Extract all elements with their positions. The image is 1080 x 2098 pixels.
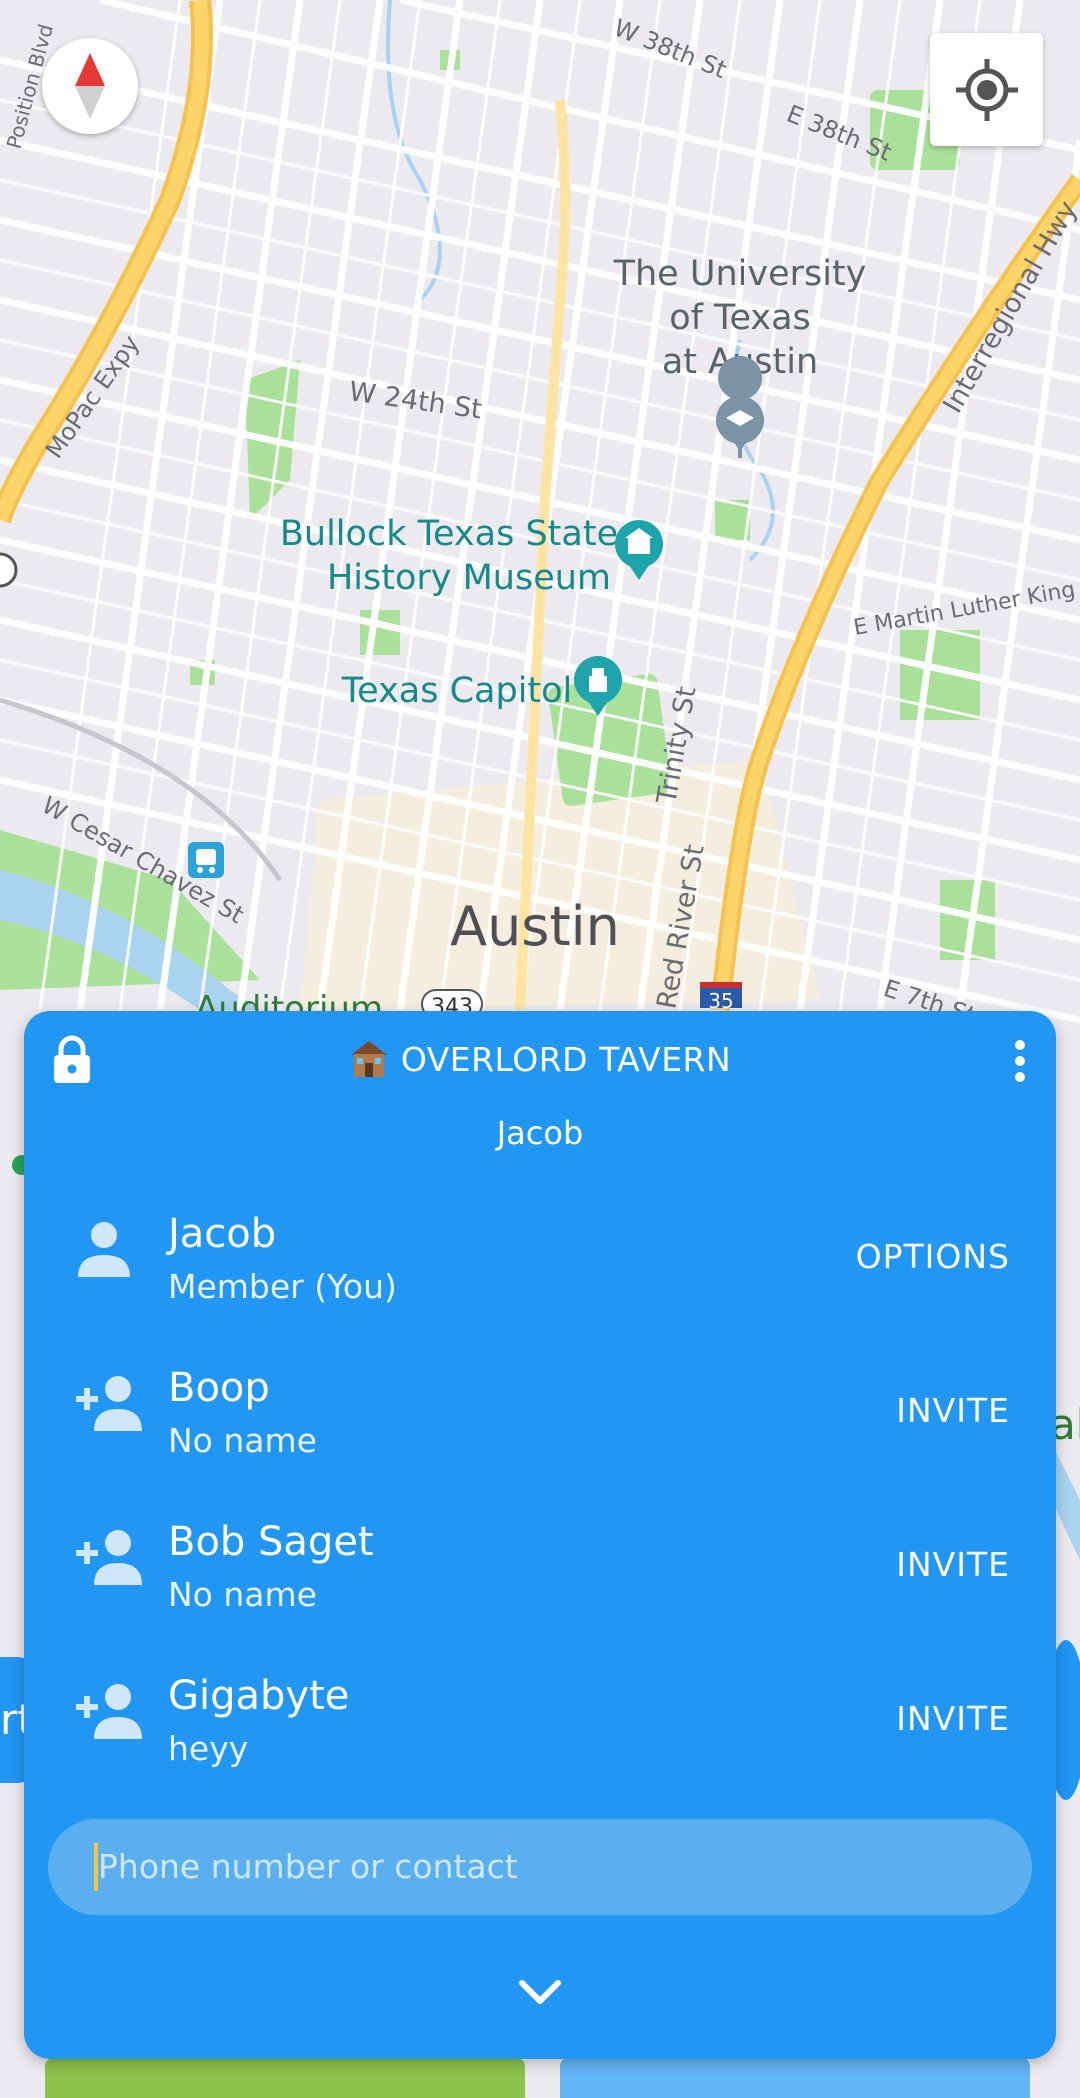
member-row[interactable]: Jacob Member (You) OPTIONS <box>24 1211 1056 1351</box>
member-row[interactable]: Boop No name INVITE <box>24 1365 1056 1505</box>
background-card-bottom-right <box>560 2058 1030 2098</box>
invite-button[interactable]: INVITE <box>896 1699 1010 1738</box>
person-add-icon <box>76 1684 142 1739</box>
background-card-bottom-left <box>45 2058 525 2098</box>
group-panel: OVERLORD TAVERN Jacob Jacob Member (You)… <box>24 1011 1056 2059</box>
compass-button[interactable] <box>42 38 138 134</box>
my-location-button[interactable] <box>930 33 1043 146</box>
map-label-university-line-1: The University <box>613 254 867 294</box>
group-title-text: OVERLORD TAVERN <box>400 1040 732 1079</box>
phone-input-container <box>48 1819 1032 1915</box>
more-vert-icon[interactable] <box>1014 1039 1026 1083</box>
current-user-label: Jacob <box>496 1114 584 1152</box>
person-add-icon <box>76 1376 142 1431</box>
map-label-museum-line-1: Bullock Texas State <box>280 514 618 554</box>
phone-number-input[interactable] <box>94 1843 994 1891</box>
invite-button[interactable]: INVITE <box>896 1391 1010 1430</box>
map-label-capitol: Texas Capitol <box>341 671 573 711</box>
invite-button[interactable]: INVITE <box>896 1545 1010 1584</box>
member-status: heyy <box>168 1729 249 1768</box>
member-status: No name <box>168 1421 317 1460</box>
map-label-city: Austin <box>450 895 620 958</box>
member-name: Bob Saget <box>168 1519 374 1565</box>
options-button[interactable]: OPTIONS <box>856 1237 1010 1276</box>
my-location-icon <box>955 58 1018 121</box>
person-icon <box>78 1222 130 1277</box>
map-label-museum-line-2: History Museum <box>327 558 611 598</box>
member-name: Jacob <box>168 1211 277 1257</box>
person-add-icon <box>76 1530 142 1585</box>
member-name: Gigabyte <box>168 1673 350 1719</box>
transit-stop-icon[interactable] <box>188 842 224 878</box>
member-status: Member (You) <box>168 1267 397 1306</box>
compass-icon <box>75 53 105 119</box>
chevron-down-icon[interactable] <box>518 1979 562 2007</box>
map-label-university-line-2: of Texas <box>669 298 811 338</box>
group-title: OVERLORD TAVERN <box>24 1039 1056 1079</box>
member-status: No name <box>168 1575 317 1614</box>
member-name: Boop <box>168 1365 270 1411</box>
svg-text:35: 35 <box>708 989 733 1013</box>
member-row[interactable]: Bob Saget No name INVITE <box>24 1519 1056 1659</box>
house-emoji-icon <box>350 1041 387 1077</box>
member-row[interactable]: Gigabyte heyy INVITE <box>24 1673 1056 1813</box>
